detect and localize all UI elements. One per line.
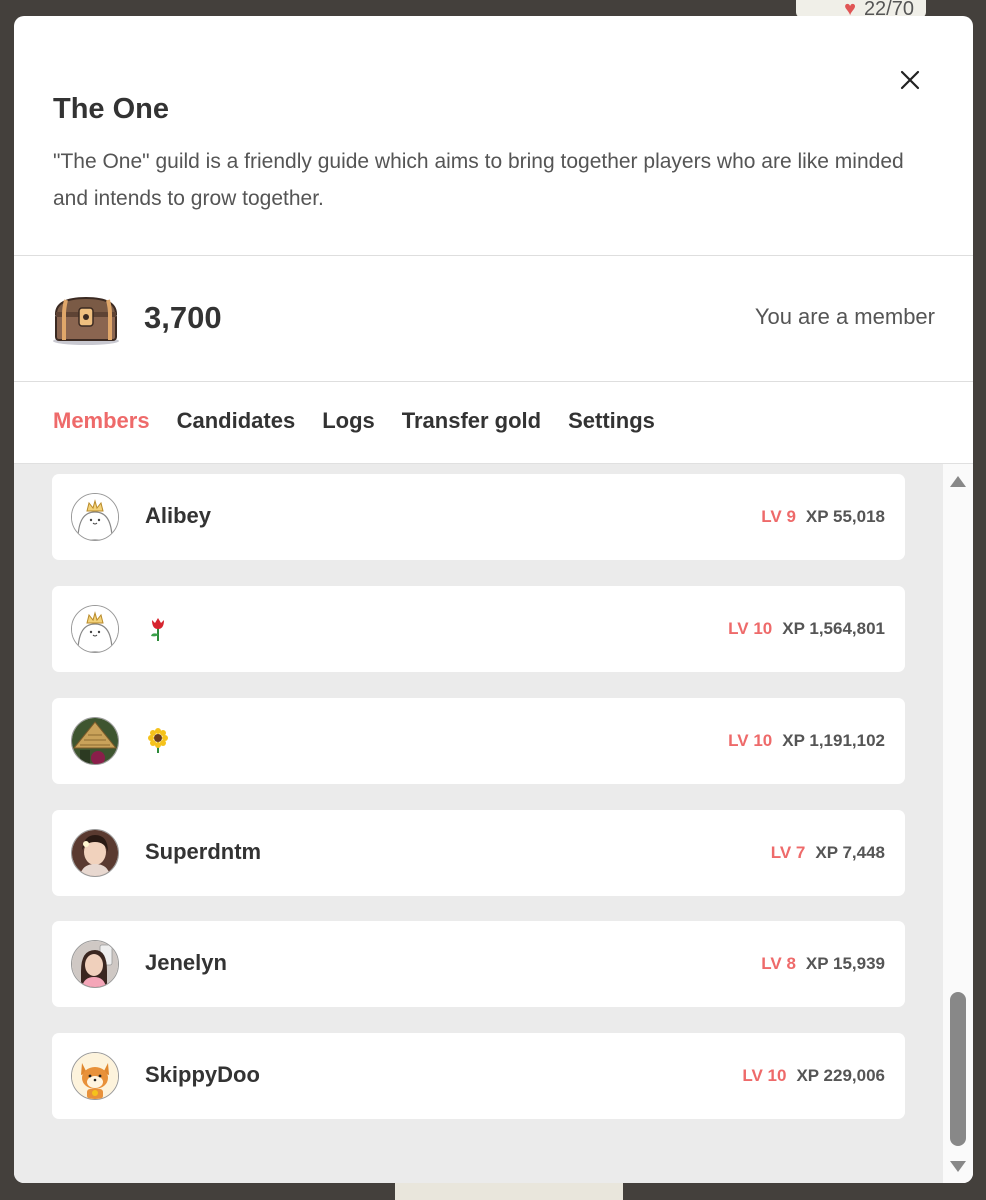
divider <box>14 381 973 382</box>
member-stats: LV 9 XP 55,018 <box>761 507 885 527</box>
sunflower-emoji <box>148 728 168 759</box>
member-name: SkippyDoo <box>145 1062 260 1087</box>
member-xp: XP 55,018 <box>805 507 885 526</box>
divider <box>14 255 973 256</box>
photo-avatar <box>71 829 119 877</box>
member-name: Jenelyn <box>145 950 227 975</box>
tab-members[interactable]: Members <box>53 408 150 434</box>
scrollbar[interactable] <box>943 464 973 1183</box>
default-crown-avatar <box>71 493 119 541</box>
member-name: Alibey <box>145 503 212 528</box>
member-stats: LV 8 XP 15,939 <box>761 954 885 974</box>
member-level: LV 10 <box>728 619 773 638</box>
member-stats: LV 10 XP 1,564,801 <box>728 619 885 639</box>
member-row[interactable]: Superdntm LV 7 XP 7,448 <box>52 810 905 896</box>
guild-modal: The One "The One" guild is a friendly gu… <box>14 16 973 1183</box>
member-row[interactable]: Alibey LV 9 XP 55,018 <box>52 474 905 560</box>
shiba-avatar <box>71 1052 119 1100</box>
rose-emoji <box>148 616 168 647</box>
member-level: LV 7 <box>770 843 806 862</box>
member-xp: XP 7,448 <box>815 843 885 862</box>
tab-candidates[interactable]: Candidates <box>177 408 296 434</box>
close-button[interactable] <box>894 64 926 96</box>
member-xp: XP 229,006 <box>796 1066 885 1085</box>
guild-tabs: Members Candidates Logs Transfer gold Se… <box>53 408 655 434</box>
member-name: Superdntm <box>145 839 262 864</box>
hat-photo-avatar <box>71 717 119 765</box>
scroll-down-icon[interactable] <box>949 1160 967 1174</box>
member-level: LV 8 <box>761 954 796 973</box>
member-xp: XP 1,564,801 <box>782 619 885 638</box>
guild-gold-amount: 3,700 <box>144 300 222 335</box>
photo-avatar <box>71 940 119 988</box>
close-icon <box>900 70 920 90</box>
guild-description: "The One" guild is a friendly guide whic… <box>53 150 904 210</box>
member-level: LV 10 <box>742 1066 787 1085</box>
membership-status: You are a member <box>754 304 935 329</box>
member-row[interactable]: LV 10 XP 1,191,102 <box>52 698 905 784</box>
scroll-up-icon[interactable] <box>949 474 967 488</box>
member-xp: XP 15,939 <box>805 954 885 973</box>
member-stats: LV 10 XP 1,191,102 <box>728 731 885 751</box>
tab-logs[interactable]: Logs <box>322 408 375 434</box>
member-stats: LV 7 XP 7,448 <box>771 843 885 863</box>
member-row[interactable]: Jenelyn LV 8 XP 15,939 <box>52 921 905 1007</box>
member-level: LV 10 <box>728 731 773 750</box>
member-level: LV 9 <box>761 507 796 526</box>
members-list: Alibey LV 9 XP 55,018 LV 10 XP 1,564,801… <box>14 463 973 1183</box>
member-xp: XP 1,191,102 <box>782 731 885 750</box>
tab-settings[interactable]: Settings <box>568 408 655 434</box>
member-stats: LV 10 XP 229,006 <box>742 1066 885 1086</box>
member-row[interactable]: LV 10 XP 1,564,801 <box>52 586 905 672</box>
scrollbar-thumb[interactable] <box>950 992 966 1146</box>
guild-title: The One <box>53 93 170 125</box>
bottom-bar <box>395 1182 623 1200</box>
default-crown-avatar <box>71 605 119 653</box>
treasure-chest-icon <box>52 294 122 351</box>
tab-transfer-gold[interactable]: Transfer gold <box>402 408 541 434</box>
member-row[interactable]: SkippyDoo LV 10 XP 229,006 <box>52 1033 905 1119</box>
